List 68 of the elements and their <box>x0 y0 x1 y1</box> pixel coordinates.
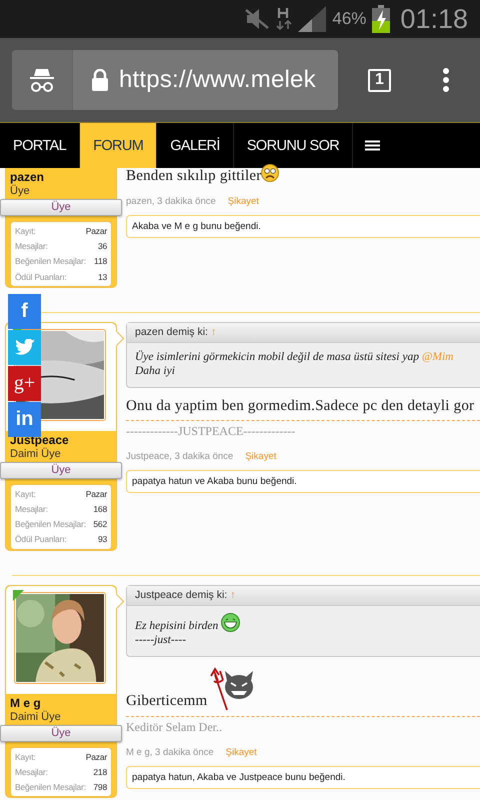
quote-text: Ez hepisini birden <box>135 620 220 632</box>
quote-author: Justpeace demiş ki: <box>135 588 228 601</box>
network-type-icon <box>276 6 292 32</box>
clock-time: 01:18 <box>400 4 468 34</box>
likes-summary: Akaba ve M e g bunu beğendi. <box>126 215 480 238</box>
signal-icon <box>298 6 326 32</box>
likes-summary: papatya hatun, Akaba ve Justpeace bunu beğendi. <box>126 766 480 789</box>
grinning-face-icon <box>221 612 240 632</box>
battery-charging-icon <box>372 5 390 33</box>
stat-value: 36 <box>98 240 107 254</box>
stat-value: Pazar <box>86 750 107 764</box>
message-text: Giberticemm <box>126 692 208 709</box>
quote-text: Daha iyi <box>135 364 175 377</box>
devil-with-trident-icon <box>209 666 256 711</box>
username[interactable]: M e g <box>6 694 116 710</box>
signature-text: Keditör Selam Der.. <box>126 720 222 735</box>
stat-value: 218 <box>93 766 107 779</box>
stat-label: Mesajlar: <box>15 240 48 254</box>
user-rank-banner: Üye <box>0 199 122 216</box>
user-rank-banner: Üye <box>0 462 122 479</box>
stat-value: 562 <box>93 518 107 532</box>
message-text: Benden sıkılıp gittiler <box>126 168 262 184</box>
stat-label: Mesajlar: <box>15 766 48 779</box>
signature-text: -------------JUSTPEACE------------- <box>126 424 296 439</box>
stat-value: 168 <box>93 503 107 516</box>
stat-value: 93 <box>98 533 107 546</box>
tab-count-button[interactable]: 1 <box>368 68 391 92</box>
quote-text: -----just---- <box>135 634 186 646</box>
post-byline: M e g, 3 dakika önce <box>126 746 214 758</box>
stat-value: Pazar <box>86 225 107 238</box>
user-title: Daimi Üye <box>9 710 62 723</box>
bird-icon <box>14 339 34 356</box>
stat-label: Kayıt: <box>15 750 36 764</box>
stat-value: 118 <box>94 255 107 268</box>
quote-author: pazen demiş ki: <box>135 326 208 338</box>
sad-face-icon <box>261 164 280 182</box>
likes-summary: papatya hatun ve Akaba bunu beğendi. <box>126 470 480 493</box>
stat-label: Ödül Puanları: <box>15 270 67 284</box>
user-title: Daimi Üye <box>9 446 62 460</box>
stat-value: Pazar <box>86 488 107 501</box>
stat-value: 13 <box>98 270 107 284</box>
battery-percent: 46% <box>332 9 366 29</box>
message-text: Onu da yaptim ben gormedim.Sadece pc den detayli gor <box>126 398 474 414</box>
stat-label: Beğenilen Mesajlar: <box>15 781 86 794</box>
stat-label: Beğenilen Mesajlar: <box>15 518 86 532</box>
nav-tab[interactable]: GALERİ <box>157 123 234 168</box>
stat-label: Mesajlar: <box>15 503 48 516</box>
user-title: Üye <box>9 184 31 197</box>
facebook-share-button[interactable]: f <box>8 294 41 329</box>
menu-icon[interactable] <box>365 140 380 151</box>
post-byline: Justpeace, 3 dakika önce <box>126 450 234 462</box>
user-rank-banner: Üye <box>0 724 122 742</box>
linkedin-share-button[interactable]: in <box>8 402 41 437</box>
stat-label: Kayıt: <box>15 225 36 238</box>
address-bar[interactable]: https://www.melek <box>12 50 338 110</box>
nav-tab[interactable]: FORUM <box>80 123 158 168</box>
post-byline: pazen, 3 dakika önce <box>126 196 216 207</box>
stat-label: Kayıt: <box>15 488 36 501</box>
incognito-icon <box>29 67 55 93</box>
username[interactable]: pazen <box>6 168 116 184</box>
quote-text: Üye isimlerini görmekicin mobil değil de masa üstü sitesi yap <box>135 350 420 363</box>
lock-icon <box>91 69 109 91</box>
stat-label: Beğenilen Mesajlar: <box>15 255 86 268</box>
stat-label: Ödül Puanları: <box>15 533 67 546</box>
mute-icon <box>244 8 270 30</box>
more-menu-icon[interactable] <box>443 68 449 92</box>
stat-value: 798 <box>93 781 107 794</box>
google-share-button[interactable]: g+ <box>8 366 41 401</box>
